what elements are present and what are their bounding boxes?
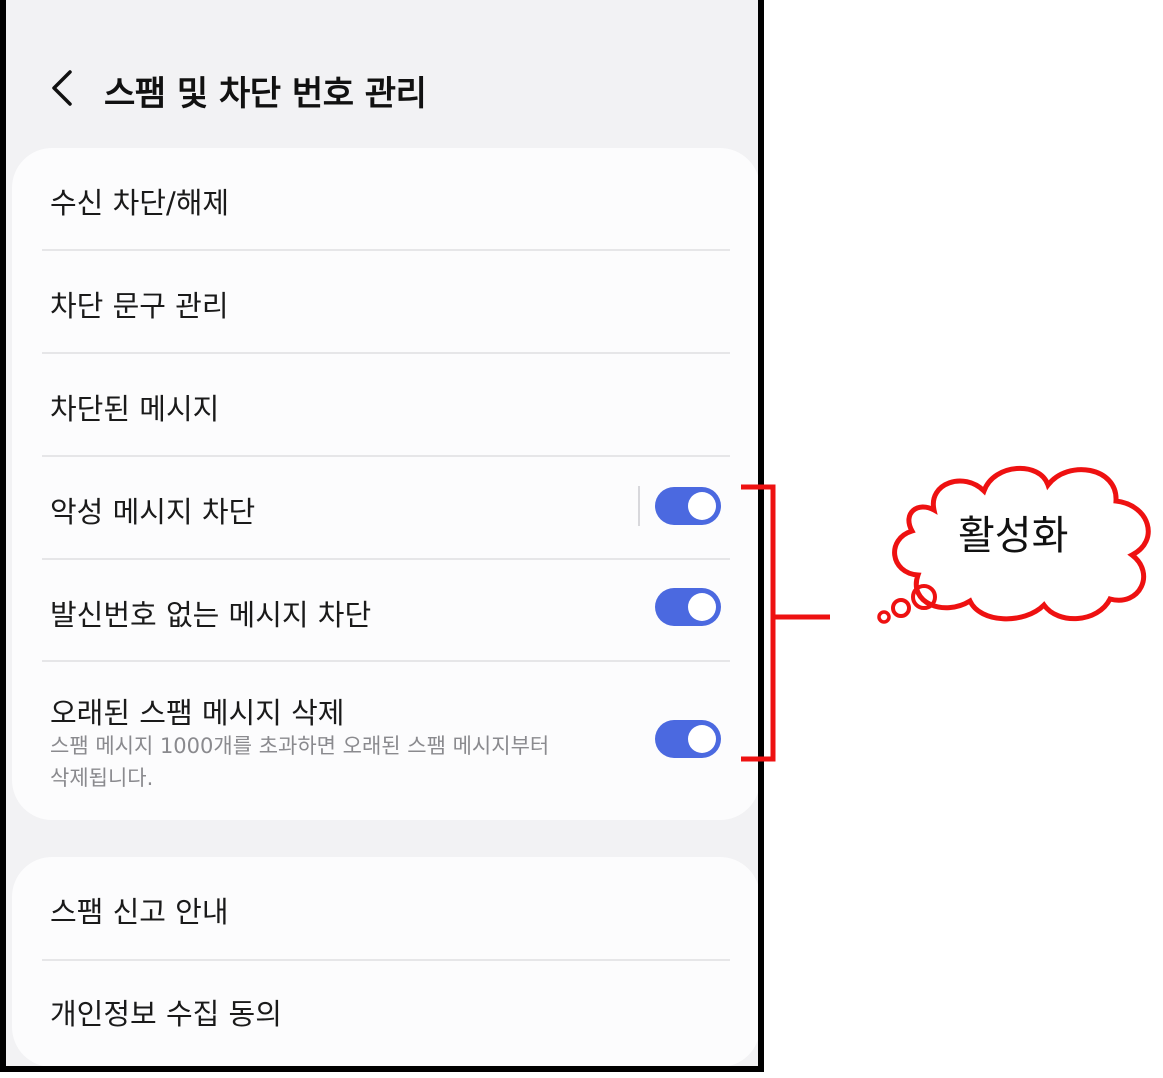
menu-item-label: 스팸 신고 안내	[50, 895, 229, 929]
menu-item-description: 삭제됩니다.	[50, 766, 154, 790]
menu-item-blocked-messages[interactable]: 차단된 메시지	[42, 354, 730, 456]
phone-screen: 스팸 및 차단 번호 관리 수신 차단/해제 차단 문구 관리 차단된 메시지 …	[0, 0, 764, 1072]
menu-item-blocked-phrases[interactable]: 차단 문구 관리	[42, 251, 730, 353]
chevron-left-icon	[52, 70, 72, 106]
settings-card-main: 수신 차단/해제 차단 문구 관리 차단된 메시지 악성 메시지 차단 발신번호…	[12, 148, 758, 820]
toggle-knob	[688, 725, 716, 753]
menu-item-label: 오래된 스팸 메시지 삭제	[50, 696, 345, 730]
delete-old-spam-toggle[interactable]	[655, 720, 721, 758]
menu-item-malicious-block[interactable]: 악성 메시지 차단	[42, 457, 730, 559]
menu-item-no-caller-id-block[interactable]: 발신번호 없는 메시지 차단	[42, 560, 730, 662]
menu-item-label: 차단된 메시지	[50, 392, 220, 426]
vertical-divider	[638, 486, 640, 526]
menu-item-label: 차단 문구 관리	[50, 289, 229, 323]
menu-item-description: 스팸 메시지 1000개를 초과하면 오래된 스팸 메시지부터	[50, 734, 550, 758]
toggle-knob	[688, 593, 716, 621]
menu-item-spam-report-guide[interactable]: 스팸 신고 안내	[42, 857, 730, 959]
menu-item-label: 수신 차단/해제	[50, 186, 230, 220]
menu-item-delete-old-spam[interactable]: 오래된 스팸 메시지 삭제 스팸 메시지 1000개를 초과하면 오래된 스팸 …	[42, 662, 730, 820]
menu-item-privacy-consent[interactable]: 개인정보 수집 동의	[42, 961, 730, 1063]
settings-card-info: 스팸 신고 안내 개인정보 수집 동의	[12, 857, 758, 1066]
back-button[interactable]	[44, 68, 84, 108]
menu-item-label: 개인정보 수집 동의	[50, 997, 282, 1031]
menu-item-label: 발신번호 없는 메시지 차단	[50, 598, 372, 632]
toggle-knob	[688, 492, 716, 520]
annotation-label: 활성화	[958, 513, 1069, 559]
annotation-bracket	[741, 484, 830, 762]
menu-item-block-unblock[interactable]: 수신 차단/해제	[42, 148, 730, 250]
malicious-block-toggle[interactable]	[655, 487, 721, 525]
header: 스팸 및 차단 번호 관리	[6, 0, 758, 150]
menu-item-label: 악성 메시지 차단	[50, 495, 256, 529]
no-caller-id-block-toggle[interactable]	[655, 588, 721, 626]
page-title: 스팸 및 차단 번호 관리	[104, 74, 427, 114]
